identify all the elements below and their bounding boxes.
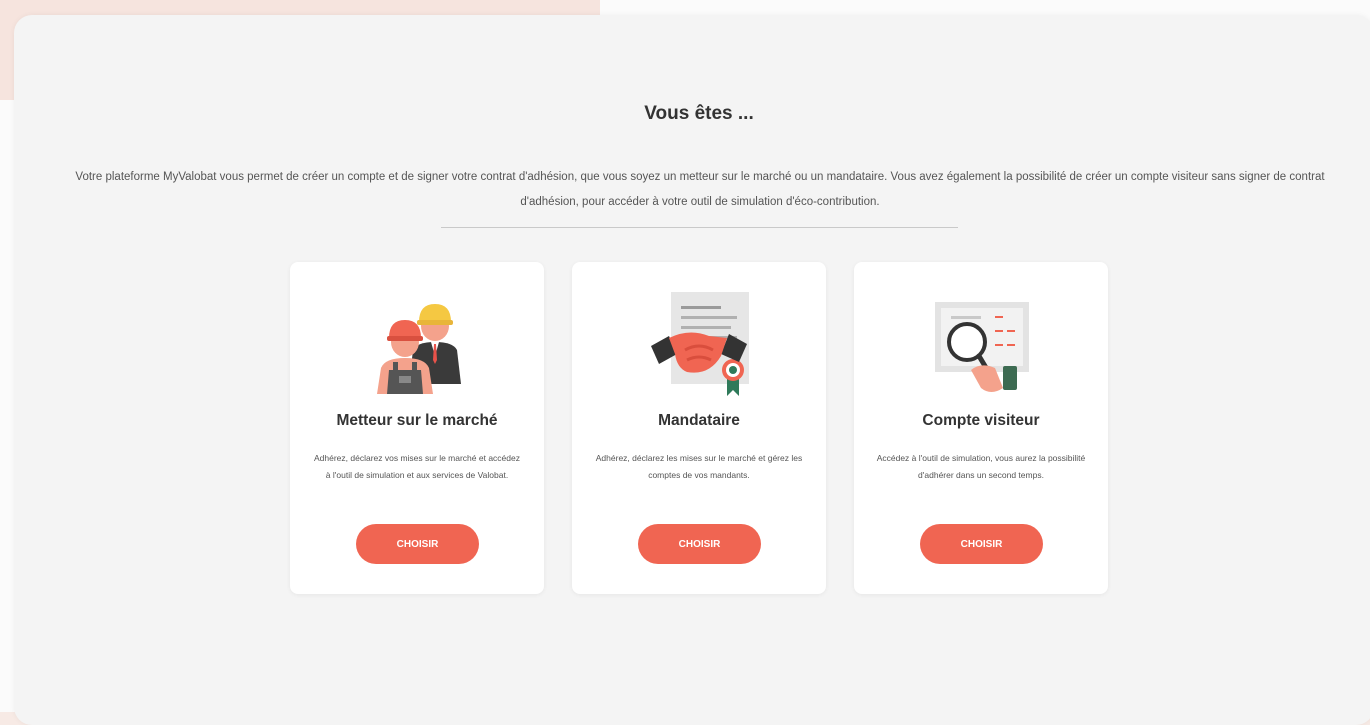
choose-mandataire-button[interactable]: CHOISIR <box>638 524 761 564</box>
choose-visiteur-button[interactable]: CHOISIR <box>920 524 1043 564</box>
card-description: Adhérez, déclarez vos mises sur le march… <box>314 453 520 480</box>
handshake-contract-icon <box>651 292 749 396</box>
magnifier-document-icon <box>935 302 1029 392</box>
card-visiteur: Compte visiteur Accédez à l'outil de sim… <box>854 262 1108 594</box>
card-title: Mandataire <box>658 412 740 429</box>
card-mandataire: Mandataire Adhérez, déclarez les mises s… <box>572 262 826 594</box>
page-title: Vous êtes ... <box>644 103 754 124</box>
selection-panel: Vous êtes ... Votre plateforme MyValobat… <box>14 15 1370 725</box>
card-metteur: Metteur sur le marché Adhérez, déclarez … <box>290 262 544 594</box>
intro-text: Votre plateforme MyValobat vous permet d… <box>75 171 1325 208</box>
card-description: Accédez à l'outil de simulation, vous au… <box>876 453 1086 480</box>
divider <box>441 227 958 228</box>
card-title: Metteur sur le marché <box>336 412 498 429</box>
card-title: Compte visiteur <box>922 412 1040 429</box>
choose-metteur-button[interactable]: CHOISIR <box>356 524 479 564</box>
workers-icon <box>377 304 461 394</box>
card-description: Adhérez, déclarez les mises sur le march… <box>595 453 803 480</box>
